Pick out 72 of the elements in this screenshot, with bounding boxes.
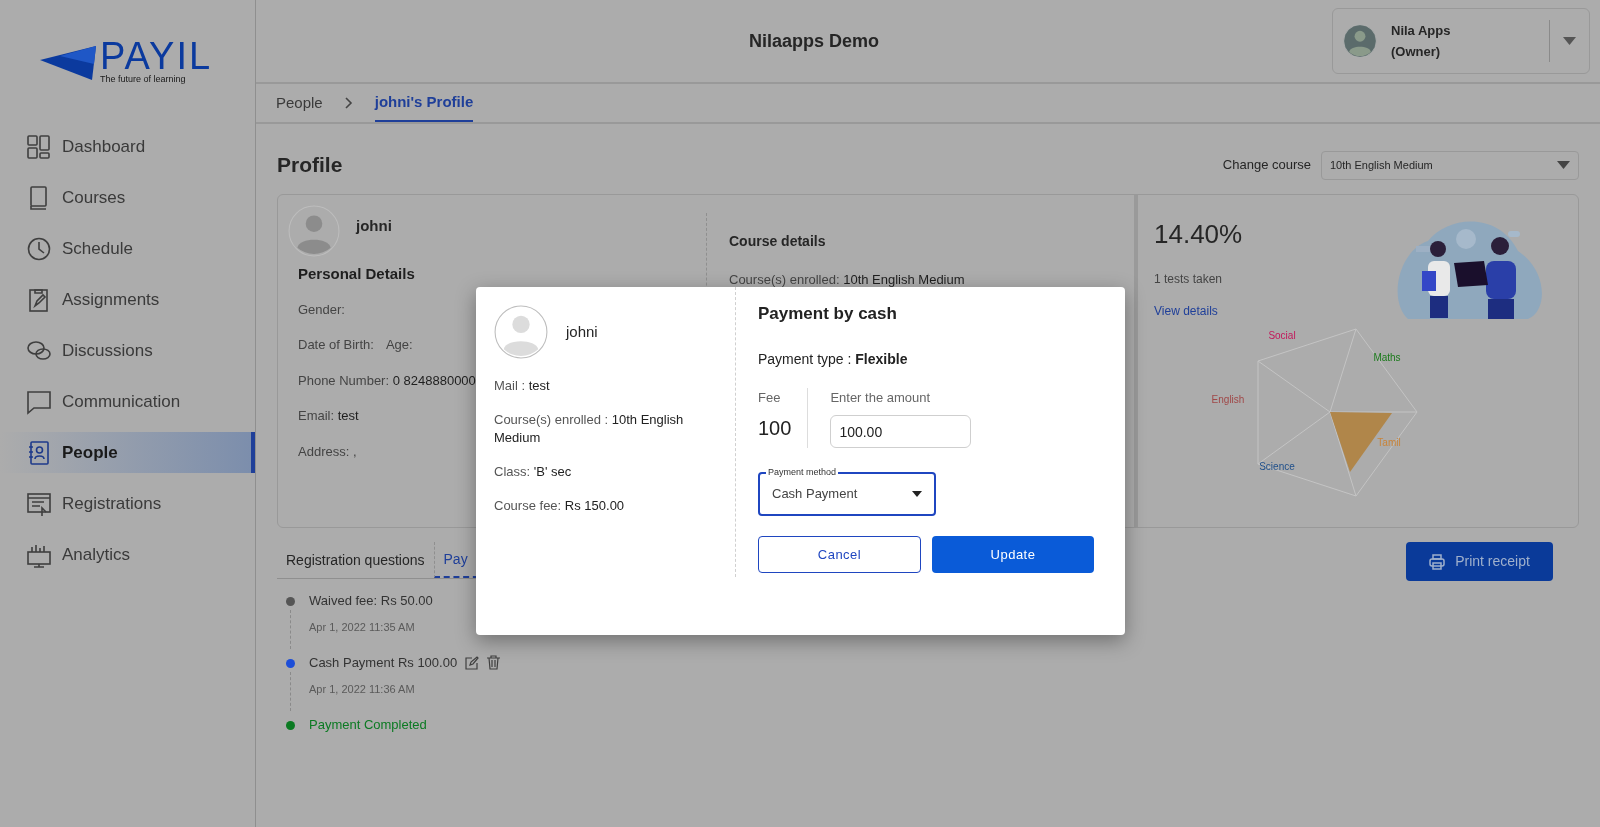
sidebar-item[interactable]: Courses bbox=[0, 177, 255, 218]
sidebar-item[interactable]: Dashboard bbox=[0, 126, 255, 167]
breadcrumb-link[interactable]: People bbox=[276, 84, 323, 122]
app-title: Nilaapps Demo bbox=[747, 29, 880, 53]
tests-count: 1 tests taken bbox=[1154, 271, 1224, 288]
chevron-right-icon bbox=[344, 97, 353, 109]
detail-text: Mail : test bbox=[494, 377, 551, 395]
section-title: Personal Details bbox=[298, 264, 416, 284]
detail-text: Phone Number: 0 8248880000 bbox=[298, 371, 476, 390]
axis-label: Science bbox=[1259, 461, 1295, 472]
logo-tagline: The future of learning bbox=[100, 73, 187, 87]
clock-icon bbox=[26, 235, 52, 262]
payment-entry-text: Waived fee: Rs 50.00 bbox=[309, 592, 433, 610]
detail-text: Gender: bbox=[298, 300, 345, 319]
view-details-link[interactable]: View details bbox=[1154, 302, 1243, 320]
user-name: Nila Apps bbox=[1391, 22, 1451, 40]
sidebar-item[interactable]: Registrations bbox=[0, 483, 255, 524]
axis-label: Social bbox=[1268, 330, 1296, 341]
detail-text: Course(s) enrolled : 10th English Medium bbox=[494, 411, 685, 447]
breadcrumb-link[interactable]: johni's Profile bbox=[374, 84, 474, 122]
logo-text: PAYIL bbox=[100, 37, 213, 76]
caret-icon bbox=[1557, 161, 1570, 169]
caret-icon bbox=[912, 491, 922, 497]
detail-text: Class: 'B' sec bbox=[494, 463, 573, 481]
dialog-title: Payment by cash bbox=[758, 303, 898, 325]
section-title: Course details bbox=[729, 232, 827, 251]
amount-label: Enter the amount bbox=[830, 388, 932, 407]
user-role: (Owner) bbox=[1391, 43, 1442, 61]
avatar-icon bbox=[288, 205, 340, 257]
fee-label: Fee bbox=[758, 388, 782, 407]
fee-value: 100 bbox=[758, 416, 792, 441]
sidebar-item[interactable]: Schedule bbox=[0, 228, 255, 269]
course-select[interactable]: 10th English Medium bbox=[1321, 150, 1579, 180]
detail-text: Course fee: Rs 150.00 bbox=[494, 497, 626, 515]
contact-book-icon bbox=[26, 439, 52, 466]
payment-type-text: Payment type : Flexible bbox=[758, 349, 909, 369]
page-title: Profile bbox=[277, 152, 343, 179]
sidebar-item[interactable]: Analytics bbox=[0, 534, 255, 575]
payment-entry-text: Cash Payment Rs 100.00 bbox=[309, 654, 458, 672]
message-icon bbox=[26, 388, 52, 415]
form-pointer-icon bbox=[26, 490, 52, 517]
timestamp: Apr 1, 2022 11:35 AM bbox=[309, 619, 416, 635]
detail-text: Address: , bbox=[298, 442, 357, 461]
printer-icon bbox=[1429, 553, 1446, 570]
edit-icon[interactable] bbox=[465, 655, 480, 670]
detail-text: Date of Birth: bbox=[298, 336, 374, 354]
timestamp: Apr 1, 2022 11:36 AM bbox=[309, 681, 416, 697]
detail-text: Email: test bbox=[298, 407, 359, 425]
sidebar-item[interactable]: Discussions bbox=[0, 330, 255, 371]
amount-field[interactable]: 100.00 bbox=[830, 415, 972, 448]
tab[interactable]: Registration questions bbox=[277, 542, 434, 578]
detail-text: Age: bbox=[385, 336, 413, 354]
trash-icon[interactable] bbox=[487, 655, 501, 671]
sidebar-item[interactable]: Assignments bbox=[0, 279, 255, 320]
student-name: johni bbox=[566, 321, 598, 342]
grid-icon bbox=[26, 133, 52, 160]
course-label: Change course bbox=[1222, 156, 1311, 175]
update-button[interactable]: Update bbox=[932, 536, 1094, 573]
sidebar-item[interactable]: Communication bbox=[0, 381, 255, 422]
cancel-button[interactable]: Cancel bbox=[758, 536, 921, 573]
axis-label: Tamil bbox=[1377, 437, 1401, 448]
axis-label: Maths bbox=[1373, 352, 1401, 363]
caret-icon bbox=[1563, 37, 1576, 45]
detail-text: Course(s) enrolled: 10th English Medium bbox=[729, 271, 965, 289]
score-percent: 14.40% bbox=[1154, 218, 1243, 251]
avatar-icon bbox=[1343, 24, 1377, 58]
student-name: johni bbox=[356, 215, 392, 236]
print-receipt-button[interactable]: Print receipt bbox=[1406, 542, 1553, 581]
avatar-icon bbox=[494, 305, 548, 359]
axis-label: English bbox=[1211, 394, 1245, 405]
status-text: Payment Completed bbox=[308, 716, 427, 734]
user-menu[interactable]: Nila Apps (Owner) bbox=[1332, 8, 1590, 74]
